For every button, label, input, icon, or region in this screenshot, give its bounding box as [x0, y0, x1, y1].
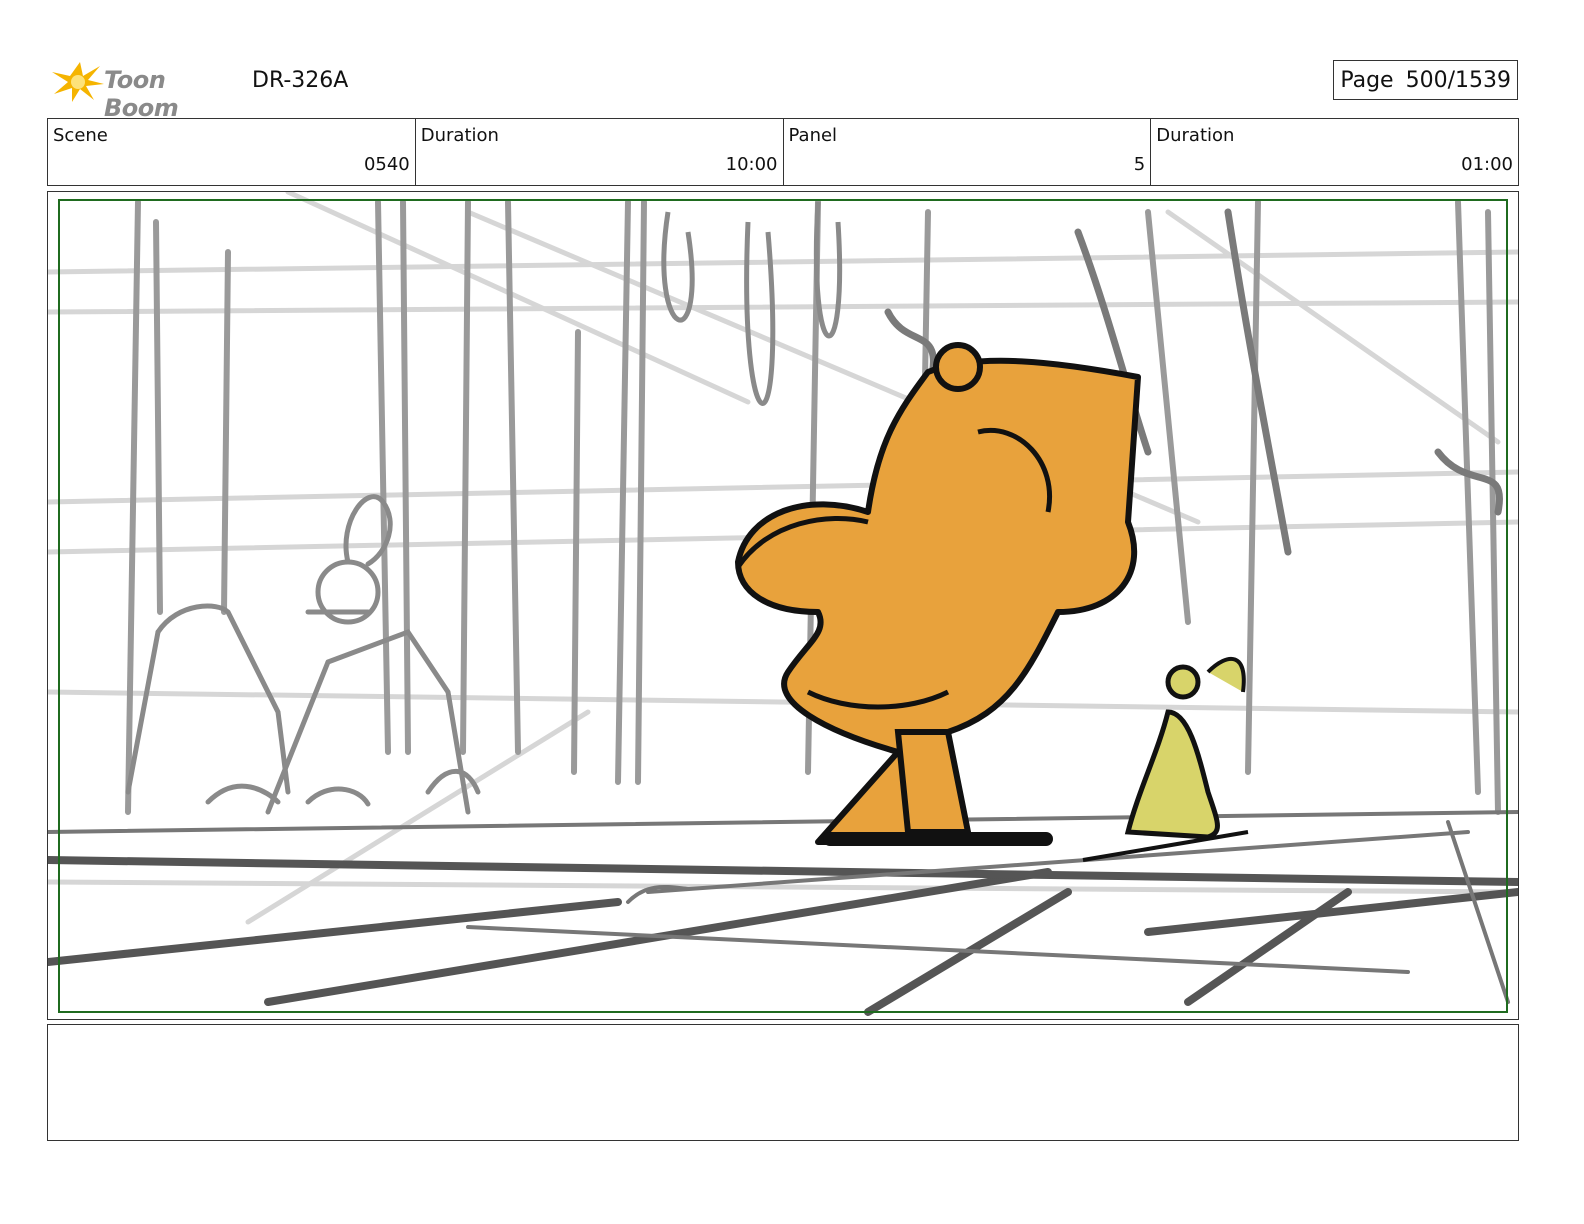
storyboard-panel — [47, 191, 1519, 1020]
notes-box — [47, 1024, 1519, 1141]
panel-label: Panel — [788, 125, 838, 146]
panel-value: 5 — [1133, 154, 1146, 175]
page-indicator: Page 500/1539 — [1333, 60, 1518, 100]
scene-duration-cell: Duration 10:00 — [416, 119, 784, 185]
toon-boom-logo: Toon Boom — [50, 58, 240, 122]
page-number: 500/1539 — [1405, 67, 1511, 93]
small-character-figure — [1082, 656, 1249, 862]
panel-duration-cell: Duration 01:00 — [1151, 119, 1518, 185]
panel-drawing — [48, 192, 1518, 1016]
document-id: DR-326A — [252, 68, 349, 93]
scene-value: 0540 — [363, 154, 410, 175]
panel-duration-label: Duration — [1156, 125, 1235, 146]
scene-duration-label: Duration — [420, 125, 499, 146]
star-burst-icon — [52, 62, 104, 102]
scene-label: Scene — [53, 125, 108, 146]
scene-cell: Scene 0540 — [48, 119, 416, 185]
panel-cell: Panel 5 — [784, 119, 1152, 185]
main-character-figure — [735, 342, 1141, 846]
scene-info-table: Scene 0540 Duration 10:00 Panel 5 Durati… — [47, 118, 1519, 186]
page-header: Toon Boom DR-326A Page 500/1539 — [48, 56, 1518, 122]
scene-duration-value: 10:00 — [725, 154, 778, 175]
panel-duration-value: 01:00 — [1461, 154, 1513, 175]
page-label: Page — [1340, 67, 1394, 93]
logo-text: Toon Boom — [104, 66, 179, 122]
